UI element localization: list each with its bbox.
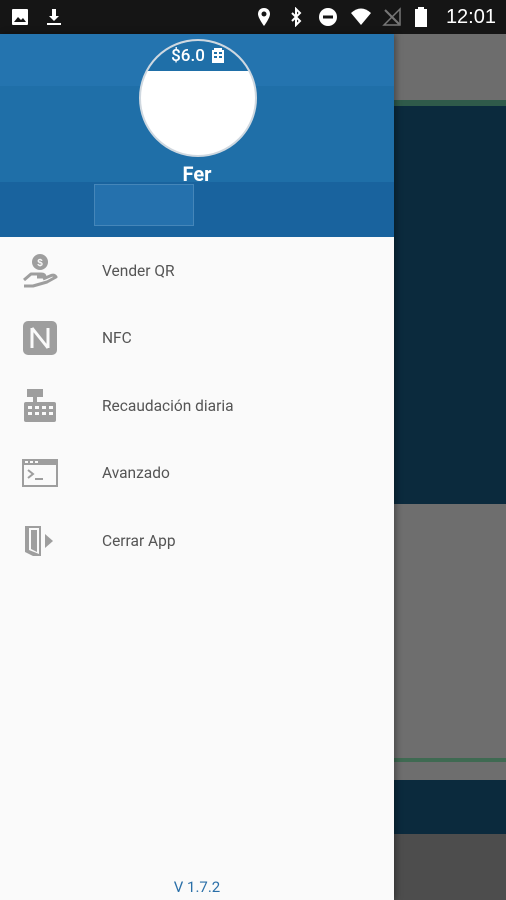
background-bar: [394, 780, 506, 834]
drawer-menu: $ Vender QR NFC Recaudación diaria Avanz…: [0, 237, 394, 575]
cash-register-icon: [20, 386, 60, 426]
status-time: 12:01: [445, 5, 496, 28]
background-footer: [394, 834, 506, 900]
no-signal-icon: [382, 7, 402, 27]
menu-item-nfc[interactable]: NFC: [0, 305, 394, 373]
menu-item-avanzado[interactable]: Avanzado: [0, 440, 394, 508]
location-icon: [254, 7, 274, 27]
avatar[interactable]: $6.0: [139, 39, 257, 157]
bluetooth-icon: [286, 6, 306, 28]
download-icon: [44, 7, 64, 27]
drawer-header: $6.0 Fer: [0, 34, 394, 237]
menu-item-vender-qr[interactable]: $ Vender QR: [0, 237, 394, 305]
nfc-icon: [20, 318, 60, 358]
ghost-band-bottom: [0, 182, 394, 237]
ghost-box: [94, 184, 194, 226]
menu-label: Vender QR: [102, 261, 175, 280]
balance-banner: $6.0: [141, 41, 255, 71]
svg-text:$: $: [37, 258, 43, 269]
app-version: V 1.7.2: [173, 878, 221, 896]
background-toolbar: [394, 34, 506, 102]
menu-item-cerrar-app[interactable]: Cerrar App: [0, 507, 394, 575]
terminal-icon: [20, 453, 60, 493]
menu-label: NFC: [102, 329, 132, 348]
wifi-icon: [350, 7, 371, 27]
menu-label: Recaudación diaria: [102, 396, 234, 415]
status-bar: 12:01: [0, 0, 506, 34]
hand-coin-icon: $: [20, 251, 60, 291]
image-icon: [10, 7, 30, 27]
balance-amount: $6.0: [171, 46, 205, 66]
menu-label: Cerrar App: [102, 531, 176, 550]
user-name: Fer: [182, 162, 212, 186]
exit-door-icon: [20, 521, 60, 561]
battery-icon: [414, 7, 434, 27]
navigation-drawer: $6.0 Fer $ Vender QR NFC Recaudación dia…: [0, 34, 394, 900]
background-panel: [394, 106, 506, 504]
menu-label: Avanzado: [102, 464, 170, 483]
menu-item-recaudacion-diaria[interactable]: Recaudación diaria: [0, 372, 394, 440]
wallet-icon: [211, 48, 225, 64]
background-accent-line: [394, 758, 506, 762]
do-not-disturb-icon: [318, 7, 338, 27]
